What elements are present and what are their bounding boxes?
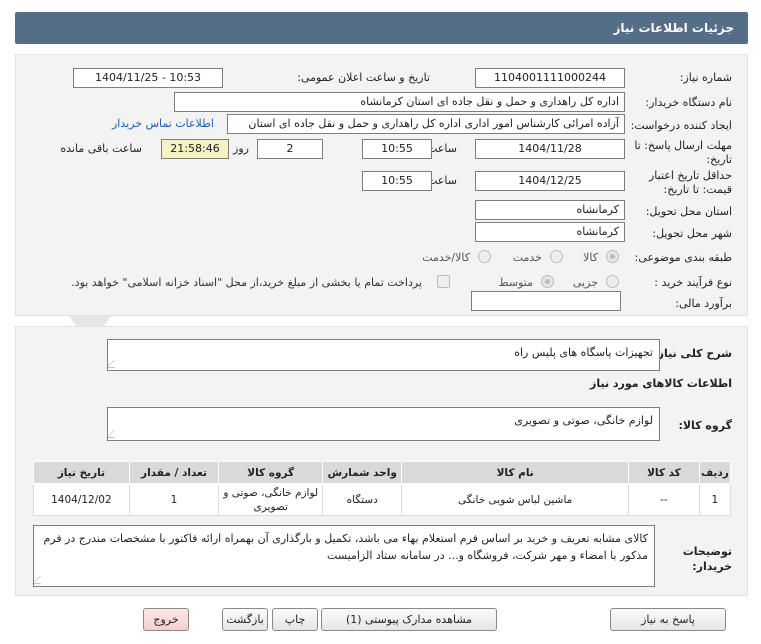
- col-unit: واحد شمارش: [322, 461, 403, 484]
- announce-datetime-label: تاریخ و ساعت اعلان عمومی:: [297, 71, 430, 84]
- col-group: گروه کالا: [218, 461, 324, 484]
- category-option-service: خدمت: [512, 251, 542, 264]
- col-need-date: تاریخ نیاز: [33, 461, 130, 484]
- col-item-name: نام کالا: [401, 461, 630, 484]
- process-option-minor: جزیی: [572, 276, 598, 289]
- remaining-time-label: ساعت باقی مانده: [60, 142, 142, 155]
- validity-time-field: 10:55: [362, 171, 432, 191]
- attachments-button[interactable]: مشاهده مدارک پیوستی (1): [321, 608, 497, 631]
- need-number-field: 1104001111000244: [475, 68, 625, 88]
- col-quantity: تعداد / مقدار: [128, 461, 220, 484]
- process-radio-minor[interactable]: [606, 275, 619, 288]
- goods-group-text: لوازم خانگی، صوتی و تصویری: [514, 414, 653, 427]
- treasury-payment-checkbox[interactable]: [437, 275, 450, 288]
- items-table: ردیف کد کالا نام کالا واحد شمارش گروه کا…: [33, 461, 732, 516]
- validity-label-line2: قیمت: تا تاریخ:: [663, 183, 732, 196]
- category-radio-goods[interactable]: [606, 250, 619, 263]
- delivery-city-label: شهر محل تحویل:: [652, 227, 732, 240]
- resize-grip-icon[interactable]: [32, 576, 48, 584]
- buyer-notes-text: کالای مشابه تعریف و خرید بر اساس فرم است…: [43, 532, 648, 562]
- page-title-bar: جزئیات اطلاعات نیاز: [15, 12, 748, 44]
- delivery-province-field: کرمانشاه: [475, 200, 625, 220]
- estimate-label: برآورد مالی:: [675, 297, 732, 310]
- goods-group-label: گروه کالا:: [678, 419, 732, 432]
- col-row-number: ردیف: [698, 461, 732, 484]
- buyer-org-label: نام دستگاه خریدار:: [645, 96, 732, 109]
- creator-label: ایجاد کننده درخواست:: [630, 119, 732, 132]
- description-field: تجهیزات پاسگاه های پلیس راه: [106, 339, 660, 371]
- buyer-contact-link[interactable]: اطلاعات تماس خریدار: [112, 117, 214, 130]
- need-number-label: شماره نیاز:: [679, 71, 732, 84]
- page-title: جزئیات اطلاعات نیاز: [613, 21, 734, 35]
- deadline-label-line1: مهلت ارسال پاسخ: تا: [634, 139, 732, 152]
- category-radio-goods-service[interactable]: [478, 250, 491, 263]
- process-option-medium: متوسط: [498, 276, 533, 289]
- resize-grip-icon[interactable]: [106, 360, 122, 368]
- creator-field: آزاده امرائی کارشناس امور اداری اداره کل…: [227, 114, 625, 134]
- validity-date-field: 1404/12/25: [475, 171, 625, 191]
- buyer-notes-label-line1: توضیحات: [682, 545, 732, 558]
- process-radio-medium[interactable]: [541, 275, 554, 288]
- process-label: نوع فرآیند خرید :: [654, 276, 732, 289]
- buyer-notes-field: کالای مشابه تعریف و خرید بر اساس فرم است…: [32, 525, 655, 587]
- description-text: تجهیزات پاسگاه های پلیس راه: [514, 346, 653, 359]
- reply-button[interactable]: پاسخ به نیاز: [610, 608, 726, 631]
- validity-label-line1: حداقل تاریخ اعتبار: [648, 169, 732, 182]
- need-info-panel: شماره نیاز: 1104001111000244 تاریخ و ساع…: [15, 54, 748, 316]
- treasury-payment-note: پرداخت تمام یا بخشی از مبلغ خرید،از محل …: [71, 276, 422, 289]
- delivery-city-field: کرمانشاه: [475, 222, 625, 242]
- table-header-row: ردیف کد کالا نام کالا واحد شمارش گروه کا…: [33, 461, 732, 484]
- deadline-time-field: 10:55: [362, 139, 432, 159]
- category-option-goods: کالا: [583, 251, 598, 264]
- announce-datetime-field: 1404/11/25 - 10:53: [73, 68, 223, 88]
- buyer-notes-label-line2: خریدار:: [692, 560, 732, 573]
- goods-group-field: لوازم خانگی، صوتی و تصویری: [106, 407, 660, 441]
- items-heading: اطلاعات کالاهای مورد نیاز: [590, 377, 732, 390]
- buyer-org-field: اداره کل راهداری و حمل و نقل جاده ای است…: [174, 92, 625, 112]
- back-button[interactable]: بازگشت: [222, 608, 268, 631]
- table-row[interactable]: 1 -- ماشین لباس شویی خانگی دستگاه لوازم …: [33, 483, 732, 516]
- cell-group: لوازم خانگی، صوتی و تصویری: [218, 483, 324, 516]
- deadline-date-field: 1404/11/28: [475, 139, 625, 159]
- need-details-panel: شرح کلی نیاز: تجهیزات پاسگاه های پلیس را…: [15, 326, 748, 596]
- category-label: طبقه بندی موضوعی:: [634, 251, 732, 264]
- estimate-field: [471, 291, 621, 311]
- cell-row-number: 1: [698, 483, 732, 516]
- cell-quantity: 1: [128, 483, 220, 516]
- resize-grip-icon[interactable]: [106, 430, 122, 438]
- cell-unit: دستگاه: [322, 483, 403, 516]
- cell-need-date: 1404/12/02: [33, 483, 130, 516]
- cell-item-name: ماشین لباس شویی خانگی: [401, 483, 630, 516]
- category-option-goods-service: کالا/خدمت: [422, 251, 470, 264]
- exit-button[interactable]: خروج: [143, 608, 189, 631]
- col-item-code: کد کالا: [628, 461, 700, 484]
- description-label: شرح کلی نیاز:: [653, 347, 732, 360]
- cell-item-code: --: [628, 483, 700, 516]
- delivery-province-label: استان محل تحویل:: [645, 205, 732, 218]
- category-radio-service[interactable]: [550, 250, 563, 263]
- deadline-label-line2: تاریخ:: [706, 153, 732, 166]
- remaining-time-field: 21:58:46: [161, 139, 229, 159]
- print-button[interactable]: چاپ: [272, 608, 318, 631]
- days-remaining-field: 2: [257, 139, 323, 159]
